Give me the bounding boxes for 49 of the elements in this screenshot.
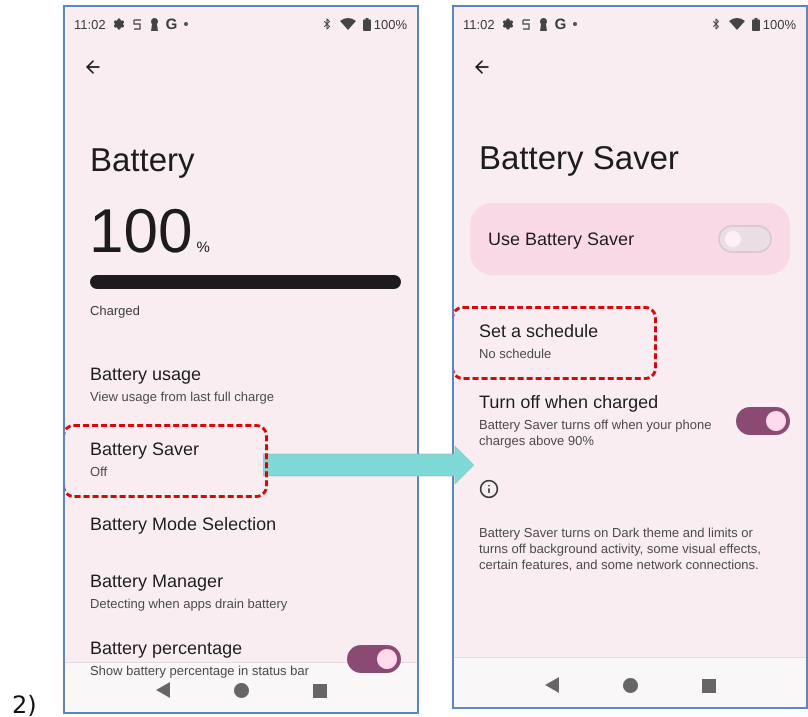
notification-icon [132,18,143,30]
setting-summary: Battery Saver turns off when your phone charges above 90% [479,417,712,449]
setting-summary: Detecting when apps drain battery [90,596,288,612]
setting-title[interactable]: Battery Manager [90,571,224,592]
dot-icon [573,22,578,26]
info-icon [479,479,499,499]
home-circle-icon[interactable] [622,678,638,693]
keyhole-icon [538,18,548,30]
status-time: 11:02 [74,16,106,32]
toggle-switch[interactable] [347,644,401,672]
step-label: 2) [11,691,38,717]
gear-icon [112,18,125,30]
setting-card[interactable]: Use Battery Saver [470,203,790,275]
info-text: Battery Saver turns on Dark theme and limits or turns off background activity, some visual effects, certain features, and some network connections. [479,525,762,573]
setting-title[interactable]: Battery percentage [90,638,242,659]
battery-percent: 100% [762,16,796,32]
notification-letter: G [554,16,566,32]
setting-title[interactable]: Set a schedule [479,321,598,342]
keyhole-icon [150,18,159,30]
gear-icon [502,18,514,30]
setting-summary: Off [90,464,108,480]
setting-title[interactable]: Turn off when charged [479,392,658,413]
setting-summary: View usage from last full charge [90,389,274,405]
battery-percent: 100% [374,16,407,32]
battery-level-unit: % [196,239,210,256]
battery-level-value: 100 [89,201,192,263]
dot-icon [184,22,188,26]
recents-square-icon[interactable] [312,684,326,698]
notification-letter: G [166,16,178,32]
setting-summary: No schedule [479,346,552,362]
battery-icon [752,18,760,30]
notification-icon [520,18,532,30]
setting-title[interactable]: Battery usage [90,364,202,385]
battery-icon [362,18,371,30]
setting-summary: Show battery percentage in status bar [90,663,309,679]
recents-square-icon[interactable] [702,679,716,693]
back-triangle-icon[interactable] [156,682,170,698]
home-circle-icon[interactable] [234,683,248,698]
page-title: Battery [90,141,196,179]
setting-title: Use Battery Saver [488,228,636,250]
wifi-icon [728,18,745,30]
setting-title[interactable]: Battery Mode Selection [90,514,276,535]
back-triangle-icon[interactable] [544,677,558,693]
setting-title[interactable]: Battery Saver [90,439,200,460]
status-time: 11:02 [463,16,495,32]
toggle-switch[interactable] [736,406,790,434]
charge-status: Charged [90,303,141,318]
wifi-icon [340,18,356,30]
page-title: Battery Saver [479,139,680,177]
